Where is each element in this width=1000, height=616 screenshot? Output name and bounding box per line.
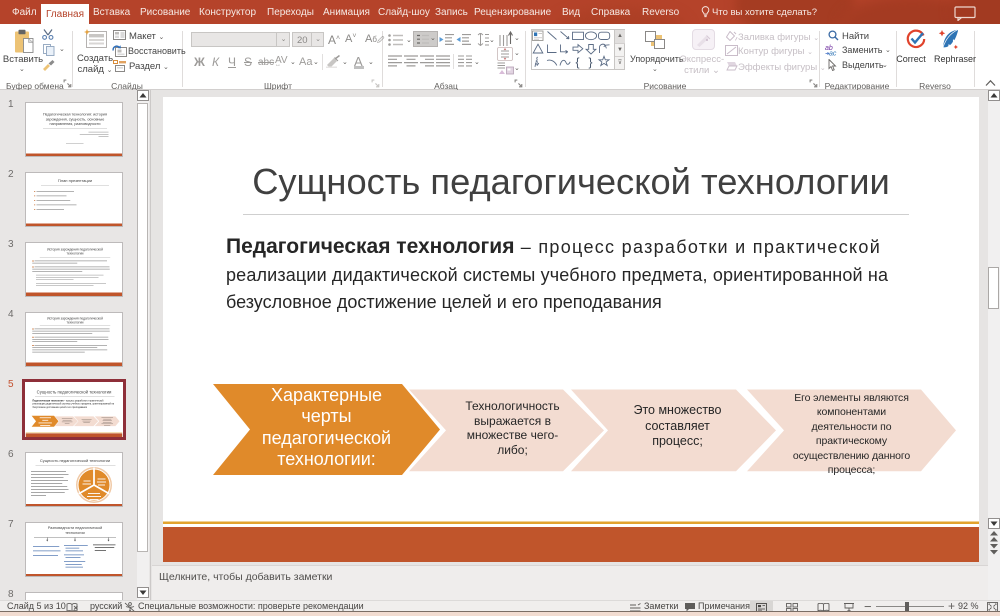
svg-text:}: } xyxy=(589,55,593,69)
svg-text:{: { xyxy=(576,55,580,69)
svg-text:ac: ac xyxy=(829,51,837,57)
